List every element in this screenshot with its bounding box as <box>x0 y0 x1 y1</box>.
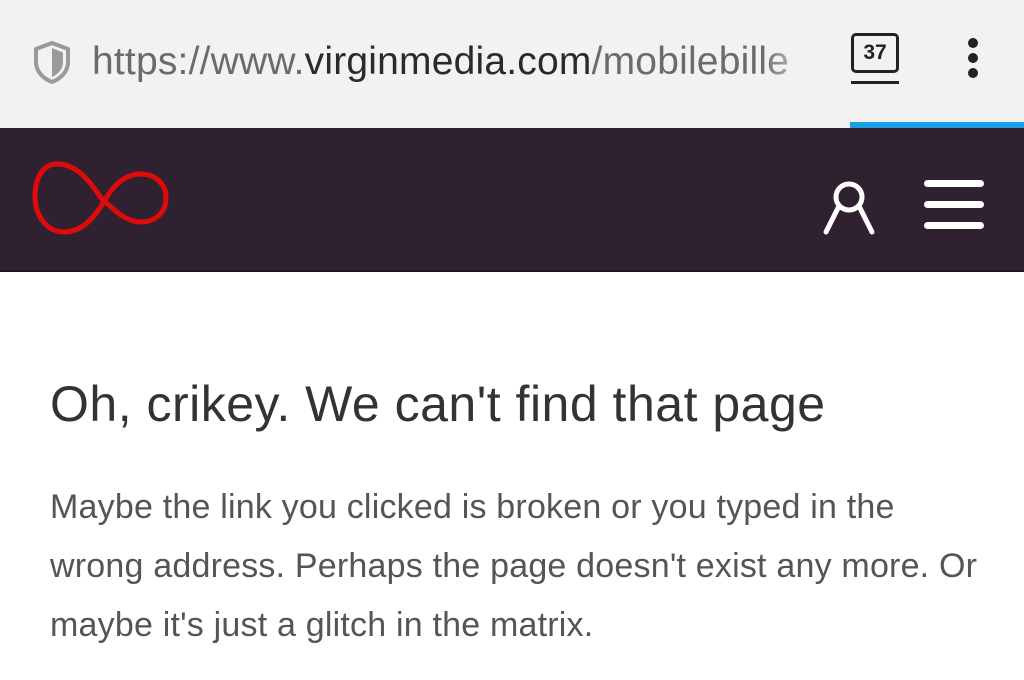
header-divider <box>0 270 1024 272</box>
url-fade <box>762 36 822 88</box>
shield-icon[interactable] <box>32 40 72 84</box>
browser-toolbar: https://www.virginmedia.com/mobilebille … <box>0 0 1024 128</box>
tab-switcher-button[interactable]: 37 <box>851 33 899 73</box>
tab-switcher-underline <box>851 81 899 84</box>
url-host: virginmedia.com <box>304 40 592 83</box>
menu-icon[interactable] <box>924 180 986 232</box>
url-path: /mobilebille <box>591 40 790 83</box>
account-icon[interactable] <box>822 180 876 236</box>
virgin-media-logo[interactable] <box>30 152 172 244</box>
address-bar[interactable]: https://www.virginmedia.com/mobilebille <box>92 36 822 88</box>
site-header <box>0 128 1024 270</box>
more-options-icon[interactable] <box>958 38 988 88</box>
url-prefix: https://www. <box>92 40 305 83</box>
page-title: Oh, crikey. We can't find that page <box>50 376 826 432</box>
error-message: Maybe the link you clicked is broken or … <box>50 488 978 644</box>
